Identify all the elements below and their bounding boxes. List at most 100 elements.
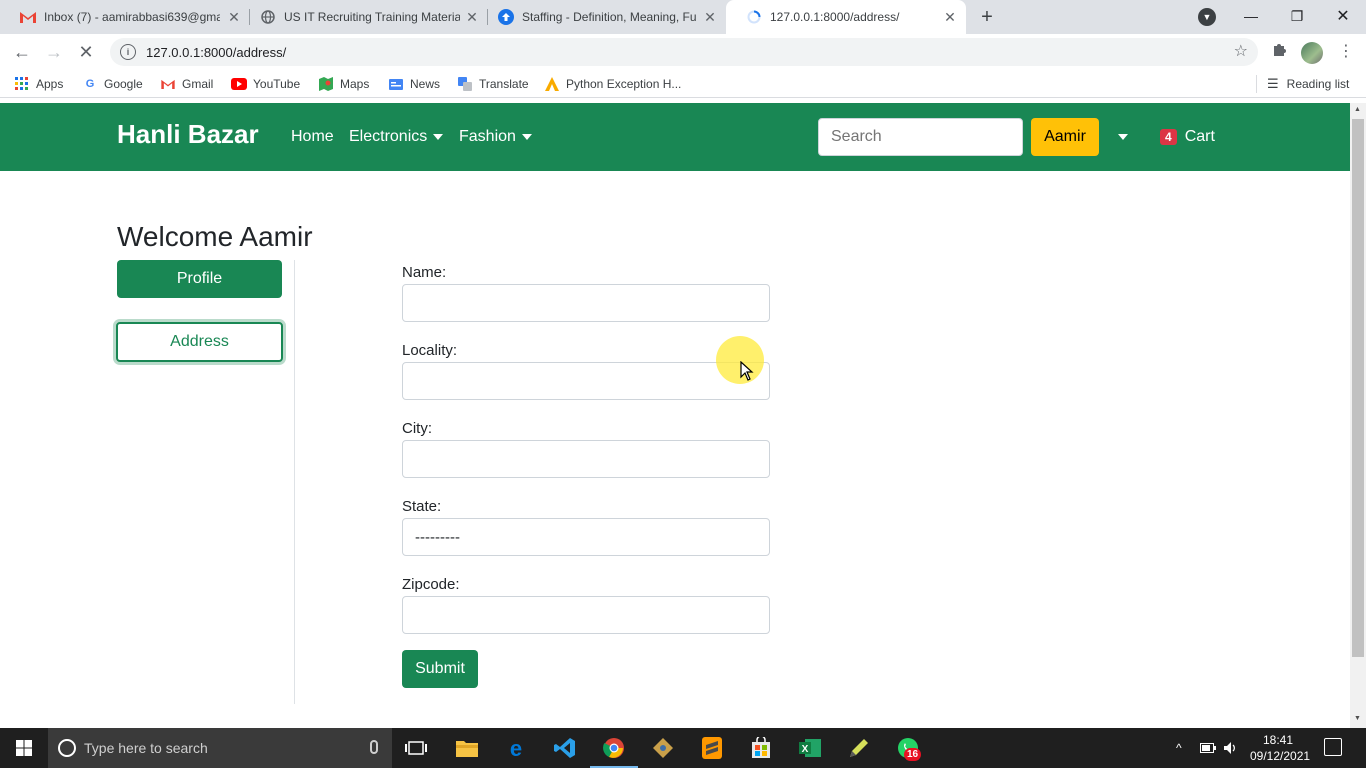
forward-arrow-icon[interactable]: → [42,40,66,64]
minimize-button[interactable]: — [1228,0,1274,32]
tab-title: Inbox (7) - aamirabbasi639@gma [44,10,220,24]
bookmark-star-icon[interactable]: ☆ [1234,43,1248,61]
reading-list-label: Reading list [1286,77,1350,91]
nav-fashion-dropdown[interactable]: Fashion [459,128,532,146]
close-icon[interactable]: ✕ [942,9,958,25]
edge-browser-icon[interactable]: e [504,736,528,760]
user-button[interactable]: Aamir [1031,118,1099,156]
clock-time: 18:41 [1262,733,1294,747]
site-navbar: Hanli Bazar Home Electronics Fashion Aam… [0,103,1350,171]
profile-avatar[interactable] [1301,42,1323,64]
stop-loading-icon[interactable]: ✕ [74,40,98,64]
nav-electronics-dropdown[interactable]: Electronics [349,128,444,146]
scroll-down-arrow-icon[interactable]: ▼ [1354,715,1361,722]
back-arrow-icon[interactable]: ← [10,40,34,64]
git-tool-icon[interactable] [651,736,675,760]
zipcode-field[interactable] [402,596,770,634]
tab-staffing[interactable]: Staffing - Definition, Meaning, Fu ✕ [478,0,726,34]
tab-title: Staffing - Definition, Meaning, Fu [522,10,697,24]
state-select[interactable]: --------- [402,518,770,556]
bookmark-python-exception[interactable]: Python Exception H... [544,75,681,93]
address-button[interactable]: Address [116,322,283,362]
tray-chevron-icon[interactable]: ^ [1176,728,1182,768]
page-scrollbar[interactable]: ▲ ▼ [1350,103,1366,728]
taskbar-search-box[interactable]: Type here to search [48,728,392,768]
city-field[interactable] [402,440,770,478]
tab-recruiting[interactable]: US IT Recruiting Training Materia ✕ [240,0,488,34]
scrollbar-thumb[interactable] [1352,119,1364,657]
maps-icon [318,76,334,92]
task-view-icon[interactable] [404,736,428,760]
extensions-puzzle-icon[interactable] [1271,42,1287,62]
tab-title: 127.0.0.1:8000/address/ [770,10,900,24]
youtube-icon [231,76,247,92]
name-field[interactable] [402,284,770,322]
user-dropdown-caret-icon[interactable] [1118,134,1128,140]
notepad-pen-icon[interactable] [847,736,871,760]
cart-link[interactable]: 4 Cart [1160,128,1215,146]
search-input[interactable] [818,118,1023,156]
locality-field[interactable] [402,362,770,400]
tab-search-icon[interactable]: ▼ [1198,8,1216,26]
menu-kebab-icon[interactable]: ⋮ [1338,42,1354,62]
battery-icon[interactable] [1200,728,1216,768]
tab-title: US IT Recruiting Training Materia [284,10,460,24]
brand-logo[interactable]: Hanli Bazar [117,119,259,150]
system-clock[interactable]: 18:41 09/12/2021 [1250,732,1310,764]
vscode-icon[interactable] [553,736,577,760]
excel-icon[interactable]: X [798,736,822,760]
svg-text:X: X [802,744,809,755]
scroll-up-arrow-icon[interactable]: ▲ [1354,106,1361,113]
bookmark-google[interactable]: G Google [82,75,143,93]
bookmark-label: Gmail [182,77,214,91]
bookmark-label: News [410,77,441,91]
info-icon[interactable]: i [120,44,136,60]
microsoft-store-icon[interactable] [749,736,773,760]
state-selected-value: --------- [415,528,460,546]
cart-count-badge: 4 [1160,129,1177,145]
tab-address-active[interactable]: 127.0.0.1:8000/address/ ✕ [726,0,966,34]
restore-button[interactable]: ❐ [1274,0,1320,32]
browser-toolbar: ← → ✕ i 127.0.0.1:8000/address/ ☆ [0,34,1366,70]
browser-tab-strip: Inbox (7) - aamirabbasi639@gma ✕ US IT R… [0,0,1366,34]
new-tab-button[interactable]: + [976,6,998,28]
bookmark-label: YouTube [253,77,301,91]
gmail-icon [160,76,176,92]
cart-label: Cart [1184,128,1215,145]
chrome-icon[interactable] [602,736,626,760]
reading-list-icon: ☰ [1267,76,1279,91]
tab-gmail[interactable]: Inbox (7) - aamirabbasi639@gma ✕ [0,0,250,34]
close-icon[interactable]: ✕ [702,9,718,25]
translate-icon [457,76,473,92]
nav-home[interactable]: Home [291,128,334,146]
bookmark-apps[interactable]: Apps [14,75,63,93]
bookmark-youtube[interactable]: YouTube [231,75,300,93]
bookmark-translate[interactable]: Translate [457,75,529,93]
notification-center-icon[interactable] [1324,738,1342,756]
volume-icon[interactable] [1224,728,1238,768]
reading-list[interactable]: ☰ Reading list [1256,75,1349,93]
state-label: State: [402,498,442,515]
window-close-button[interactable]: ✕ [1320,0,1366,32]
bookmark-gmail[interactable]: Gmail [160,75,213,93]
submit-button[interactable]: Submit [402,650,478,688]
bookmark-label: Translate [479,77,529,91]
locality-label: Locality: [402,342,458,359]
windows-start-icon[interactable] [0,728,48,768]
upload-icon [498,9,514,25]
bookmark-label: Google [104,77,143,91]
file-explorer-icon[interactable] [455,736,479,760]
url-text: 127.0.0.1:8000/address/ [146,44,287,60]
apps-grid-icon [14,76,30,92]
whatsapp-badge: 16 [904,748,922,761]
news-icon [388,76,404,92]
bookmark-news[interactable]: News [388,75,440,93]
zipcode-label: Zipcode: [402,576,460,593]
microphone-icon[interactable] [370,740,378,754]
sublime-text-icon[interactable] [700,736,724,760]
bookmark-maps[interactable]: Maps [318,75,369,93]
nav-electronics-label: Electronics [349,128,428,145]
nav-fashion-label: Fashion [459,128,516,145]
profile-button[interactable]: Profile [117,260,282,298]
address-bar[interactable]: i 127.0.0.1:8000/address/ ☆ [110,38,1258,66]
